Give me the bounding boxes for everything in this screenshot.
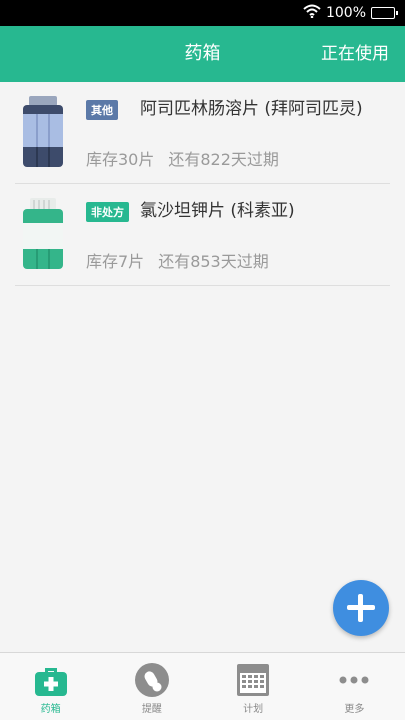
in-use-button[interactable]: 正在使用 <box>321 26 389 82</box>
medicine-item[interactable]: 其他 阿司匹林肠溶片 (拜阿司匹灵) 库存30片 还有822天过期 <box>15 82 390 184</box>
battery-percent: 100% <box>325 5 366 21</box>
calendar-icon <box>237 664 270 696</box>
tab-label: 提醒 <box>141 704 162 715</box>
medicine-meta: 库存7片 还有853天过期 <box>86 248 269 272</box>
tab-plan[interactable]: 计划 <box>203 653 304 720</box>
medicine-name: 阿司匹林肠溶片 (拜阿司匹灵) <box>140 99 363 119</box>
tab-label: 更多 <box>344 704 365 715</box>
medicine-list: 其他 阿司匹林肠溶片 (拜阿司匹灵) 库存30片 还有822天过期 非处方 氯沙坦… <box>0 82 405 286</box>
category-tag: 非处方 <box>86 202 129 222</box>
stock-text: 库存7片 <box>86 252 145 271</box>
medicine-item[interactable]: 非处方 氯沙坦钾片 (科素亚) 库存7片 还有853天过期 <box>15 184 390 286</box>
wifi-icon <box>303 4 321 22</box>
tab-label: 药箱 <box>40 704 61 715</box>
medicine-meta: 库存30片 还有822天过期 <box>86 146 279 170</box>
expiry-text: 还有822天过期 <box>168 150 279 169</box>
medicine-name: 氯沙坦钾片 (科素亚) <box>140 201 295 221</box>
title-bar: 药箱 正在使用 <box>0 26 405 82</box>
tab-medicine-box[interactable]: 药箱 <box>0 653 101 720</box>
pill-reminder-icon <box>134 663 169 697</box>
battery-icon <box>371 7 398 19</box>
status-indicators: 100% <box>303 4 398 22</box>
category-tag: 其他 <box>86 100 118 120</box>
stock-text: 库存30片 <box>86 150 155 169</box>
tab-reminder[interactable]: 提醒 <box>101 653 202 720</box>
expiry-text: 还有853天过期 <box>158 252 269 271</box>
tab-more[interactable]: 更多 <box>304 653 405 720</box>
medicine-box-icon <box>34 668 67 696</box>
medicine-bottle-icon <box>23 198 63 269</box>
status-bar: 100% <box>0 0 405 26</box>
medicine-bottle-icon <box>23 96 63 167</box>
tab-label: 计划 <box>243 704 264 715</box>
more-dots-icon <box>339 676 369 684</box>
add-medicine-button[interactable] <box>333 580 389 636</box>
bottom-tab-bar: 药箱 提醒 计划 更多 <box>0 652 405 720</box>
